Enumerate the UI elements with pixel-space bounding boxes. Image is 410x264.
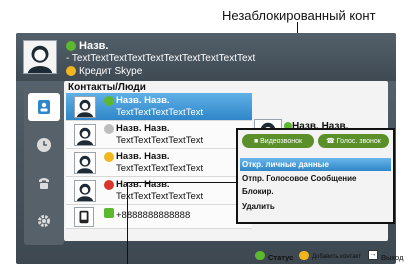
- footer-add-contact[interactable]: Добавить контакт: [312, 254, 361, 260]
- clock-icon: [37, 138, 51, 152]
- sidebar-nav: [24, 85, 64, 245]
- contact-name: Назв. Назв.: [116, 95, 170, 106]
- contact-row[interactable]: Назв. Назв. TextTextTextTextText: [66, 121, 252, 149]
- offline-status-icon: [104, 124, 114, 134]
- video-call-button[interactable]: ■ Видеозвонок: [242, 134, 314, 148]
- profile-header: Назв. - TextTextTextTextTextTextTextText…: [16, 33, 396, 81]
- contact-actions-box: ■ Видеозвонок ☎ Голос. звонок Откр. личн…: [236, 128, 395, 224]
- skype-credit-label: Кредит Skype: [79, 66, 143, 77]
- contact-mood: TextTextTextTextText: [116, 135, 204, 146]
- voice-call-button[interactable]: ☎ Голос. звонок: [318, 134, 389, 148]
- profile-mood-message: - TextTextTextTextTextTextTextTextTextTe…: [66, 53, 256, 64]
- contact-row[interactable]: +8888888888888: [66, 205, 252, 229]
- add-contact-key-icon: [299, 251, 309, 260]
- footer-status[interactable]: Статус: [268, 253, 293, 262]
- phone-handset-icon: ☎: [326, 138, 335, 145]
- unblocked-contact-callout: Незаблокированный конт: [222, 8, 376, 23]
- profile-online-status-icon: [66, 41, 76, 51]
- contact-name: Назв. Назв.: [116, 179, 170, 190]
- callout-leader-line-bottom: [127, 182, 128, 264]
- panel-title: Контакты/Люди: [68, 82, 146, 93]
- menu-item-delete[interactable]: Удалить: [240, 200, 391, 213]
- busy-status-icon: [104, 180, 114, 190]
- sidebar-item-history[interactable]: [28, 131, 60, 159]
- contact-avatar: [74, 124, 96, 146]
- exit-icon: →: [368, 250, 378, 260]
- video-camera-icon: ■: [253, 137, 259, 145]
- online-status-icon: [104, 96, 114, 106]
- phone-status-icon: [104, 208, 114, 218]
- contacts-icon: [38, 100, 50, 114]
- contact-avatar: [74, 152, 96, 174]
- sidebar-item-settings[interactable]: [28, 207, 60, 235]
- contact-avatar: [74, 180, 96, 202]
- gear-icon: [38, 215, 50, 227]
- phone-icon: [39, 178, 49, 189]
- profile-avatar[interactable]: [23, 40, 57, 74]
- profile-name: Назв.: [79, 40, 109, 52]
- skype-credit-icon: [66, 66, 76, 76]
- away-status-icon: [104, 152, 114, 162]
- contact-name: Назв. Назв.: [116, 123, 170, 134]
- contact-name: Назв. Назв.: [116, 151, 170, 162]
- footer-exit[interactable]: Выход: [381, 253, 403, 262]
- phone-contact-avatar: [74, 207, 94, 227]
- callout-leader-connector: [127, 182, 236, 183]
- contact-mood: TextTextTextTextText: [116, 107, 204, 118]
- sidebar-item-dialpad[interactable]: [28, 169, 60, 197]
- sidebar-item-contacts[interactable]: [28, 93, 60, 121]
- contact-row[interactable]: Назв. Назв. TextTextTextTextText: [66, 149, 252, 177]
- contact-row[interactable]: Назв. Назв. TextTextTextTextText: [66, 93, 252, 121]
- contact-avatar: [74, 96, 96, 118]
- menu-item-open-profile[interactable]: Откр. личные данные: [240, 158, 391, 171]
- contact-mood: TextTextTextTextText: [116, 191, 204, 202]
- status-key-icon: [255, 251, 265, 260]
- menu-item-send-voicemail[interactable]: Отпр. Голосовое Сообщение: [240, 172, 391, 185]
- menu-item-block[interactable]: Блокир.: [240, 185, 391, 198]
- contact-mood: TextTextTextTextText: [116, 163, 204, 174]
